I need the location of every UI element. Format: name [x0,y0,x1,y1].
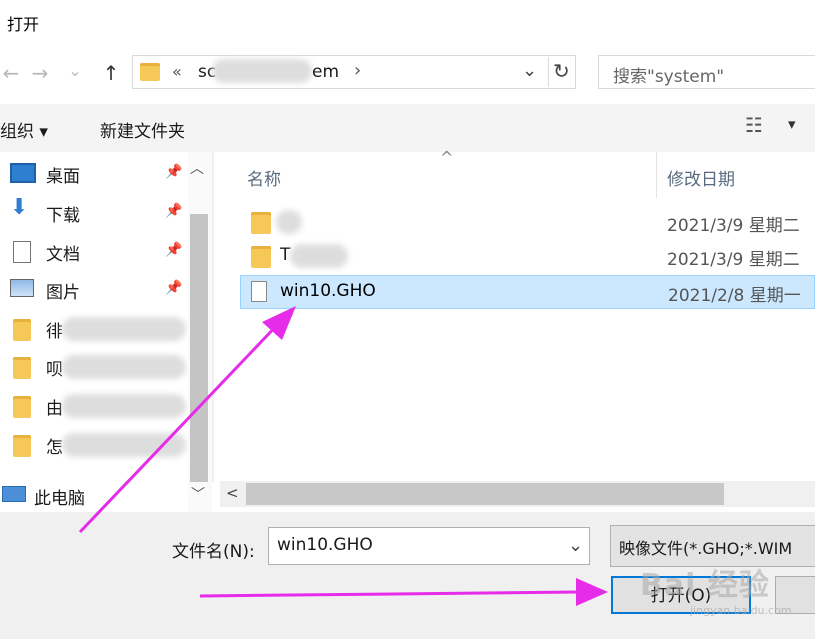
view-options-icon[interactable]: ☷ [745,113,763,137]
file-row[interactable]: T 2021/3/9 星期二 [240,240,815,274]
file-date: 2021/2/8 星期一 [668,286,801,306]
redaction-blur [62,433,186,457]
sidebar-item-folder[interactable]: 徘 [10,311,195,347]
window-title: 打开 [7,15,40,34]
file-name: T [280,245,291,265]
file-name: win10.GHO [280,281,376,301]
filename-label: 文件名(N): [172,542,255,562]
file-icon [251,281,267,302]
breadcrumb-part[interactable]: em [312,62,339,82]
filename-dropdown-icon[interactable]: ⌄ [568,535,583,556]
redaction-blur [62,394,186,418]
sidebar-item-desktop[interactable]: 桌面 📌 [10,156,195,192]
sidebar-item-label: 桌面 [46,167,80,187]
watermark-url: jingyan.baidu.com [690,604,792,617]
sidebar-scroll-thumb[interactable] [190,214,208,482]
recent-locations-button[interactable]: ⌄ [64,56,86,86]
sidebar-item-folder[interactable]: 呗 [10,349,195,385]
file-date: 2021/3/9 星期二 [667,216,800,236]
view-dropdown-icon[interactable]: ▾ [788,115,796,133]
sidebar-item-downloads[interactable]: ⬇ 下载 📌 [10,195,195,231]
file-list-scroll-thumb[interactable] [246,483,724,505]
file-row-selected[interactable]: win10.GHO 2021/2/8 星期一 [240,275,815,309]
folder-icon [251,212,271,234]
arrow-head-file [262,306,296,340]
refresh-icon: ↻ [553,59,570,83]
column-divider[interactable] [656,152,657,198]
desktop-icon [10,163,36,183]
pin-icon[interactable]: 📌 [165,242,182,258]
column-header-name[interactable]: 名称 [247,165,281,190]
sidebar-item-label: 呗 [46,360,63,380]
sidebar-item-documents[interactable]: 文档 📌 [10,234,195,270]
sidebar-item-folder[interactable]: 怎 [10,427,195,463]
folder-icon [13,396,31,418]
scroll-down-icon[interactable]: ﹀ [191,484,205,504]
redaction-blur [62,317,186,341]
filename-input[interactable]: win10.GHO [268,527,590,565]
sidebar-item-this-pc[interactable]: 此电脑 [0,478,185,512]
folder-icon [251,246,271,268]
sidebar-item-label: 图片 [46,283,80,303]
back-button[interactable]: ← [0,58,22,88]
pictures-icon [10,279,34,297]
pin-icon[interactable]: 📌 [165,164,182,180]
title-bar [0,0,815,48]
pin-icon[interactable]: 📌 [165,203,182,219]
pin-icon[interactable]: 📌 [165,280,182,296]
watermark-logo: Bai 经验 [640,568,770,603]
sidebar-item-label: 怎 [46,438,63,458]
redaction-blur [276,210,302,234]
column-header-date-modified[interactable]: 修改日期 [667,165,735,190]
folder-icon [13,435,31,457]
address-dropdown-icon[interactable]: ⌄ [522,60,537,81]
download-icon: ⬇ [10,195,29,220]
document-icon [13,241,31,263]
file-row[interactable]: 2021/3/9 星期二 [240,206,815,240]
redaction-blur [62,355,186,379]
file-date: 2021/3/9 星期二 [667,250,800,270]
breadcrumb-chevron-icon[interactable]: › [354,60,361,81]
new-folder-button[interactable]: 新建文件夹 [100,117,185,142]
redaction-blur [290,244,348,268]
scroll-left-icon[interactable]: < [226,484,239,502]
sidebar-item-pictures[interactable]: 图片 📌 [10,272,195,308]
redaction-blur [212,59,312,83]
folder-icon [13,357,31,379]
computer-icon [2,486,26,502]
search-input[interactable]: 搜索"system" [598,55,815,89]
scroll-up-icon[interactable]: ︿ [190,158,204,178]
folder-icon [13,319,31,341]
sidebar-item-label: 此电脑 [34,489,85,509]
folder-icon [140,63,160,81]
sidebar-item-label: 徘 [46,322,63,342]
sort-ascending-icon: ^ [440,148,454,167]
sidebar-item-folder[interactable]: 由 [10,388,195,424]
pane-divider [212,152,214,482]
organize-button[interactable]: 组织 ▾ [0,117,48,142]
forward-button[interactable]: → [26,58,54,88]
up-button[interactable]: ↑ [96,58,126,88]
sidebar-item-label: 由 [46,399,63,419]
breadcrumb-overflow-icon[interactable]: « [172,62,182,81]
sidebar-item-label: 文档 [46,245,80,265]
sidebar-item-label: 下载 [46,206,80,226]
